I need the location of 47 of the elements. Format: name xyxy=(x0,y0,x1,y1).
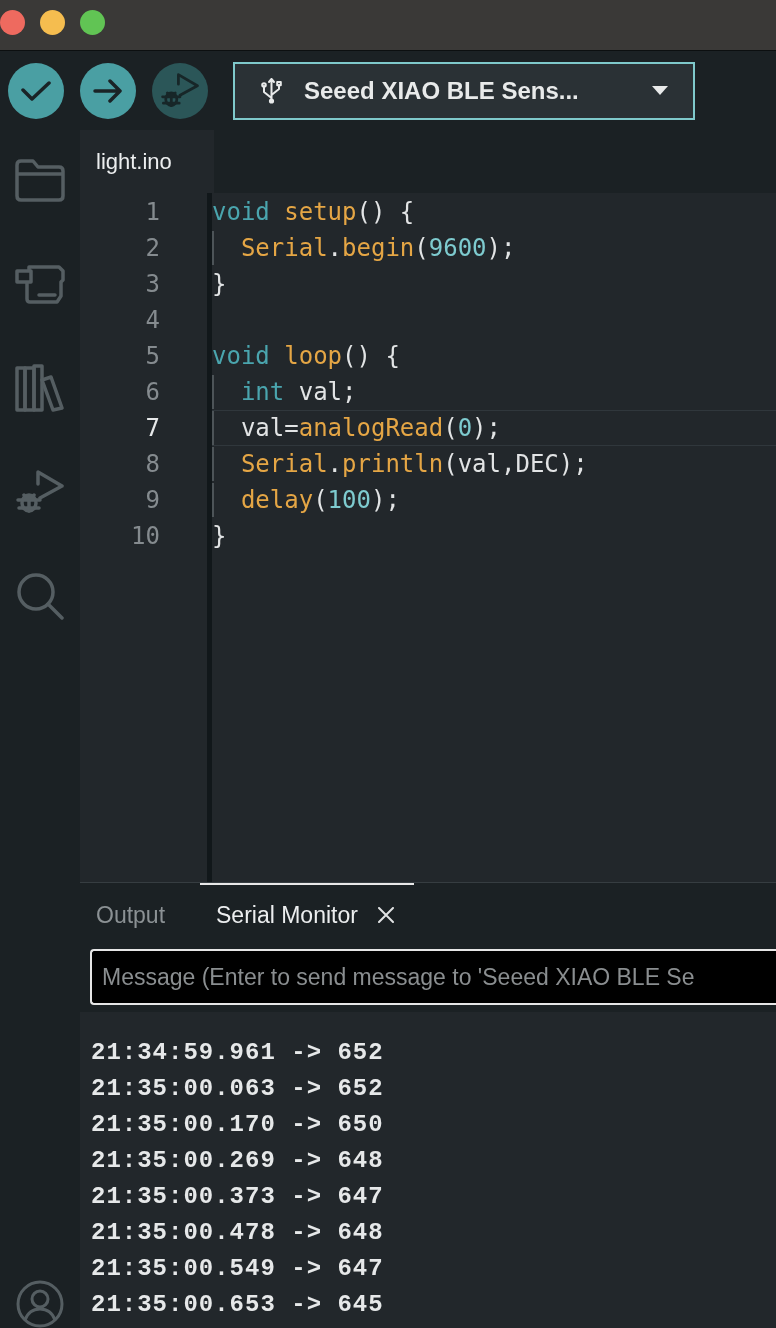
window-close-icon[interactable] xyxy=(0,10,25,35)
bug-play-icon[interactable] xyxy=(16,470,64,514)
close-icon[interactable] xyxy=(377,907,394,923)
books-icon[interactable] xyxy=(15,364,65,412)
board-icon[interactable] xyxy=(15,264,65,304)
bug-play-icon xyxy=(161,73,199,108)
line-number: 6 xyxy=(145,378,160,406)
board-selector[interactable]: Seeed XIAO BLE Sens... xyxy=(233,61,695,120)
code-line: } xyxy=(212,522,227,550)
serial-output-line: 21:34:59.961 -> 652 xyxy=(91,1037,384,1068)
user-icon[interactable] xyxy=(16,1280,64,1328)
serial-output-line: 21:35:00.063 -> 652 xyxy=(91,1073,384,1104)
code-line: delay(100); xyxy=(239,486,400,514)
code-line: Serial.begin(9600); xyxy=(239,234,516,262)
serial-output-line: 21:35:00.478 -> 648 xyxy=(91,1217,384,1248)
line-number: 9 xyxy=(145,486,160,514)
serial-output-line: 21:35:00.373 -> 647 xyxy=(91,1181,384,1212)
line-number: 7 xyxy=(145,414,160,442)
usb-icon xyxy=(260,77,283,104)
panel-tab[interactable]: Serial Monitor xyxy=(200,883,414,945)
line-number: 3 xyxy=(145,270,160,298)
message-input[interactable]: Message (Enter to send message to 'Seeed XIAO BLE Se xyxy=(90,949,776,1005)
line-number: 8 xyxy=(145,450,160,478)
line-number: 4 xyxy=(145,306,160,334)
line-number: 5 xyxy=(145,342,160,370)
code-line: val=analogRead(0); xyxy=(239,414,501,442)
folder-icon[interactable] xyxy=(15,158,65,202)
serial-output-line: 21:35:00.170 -> 650 xyxy=(91,1109,384,1140)
code-line: } xyxy=(212,270,227,298)
check-icon xyxy=(21,80,51,101)
serial-output-line: 21:35:00.269 -> 648 xyxy=(91,1145,384,1176)
code-line: int val; xyxy=(239,378,357,406)
serial-output-line: 21:35:00.653 -> 645 xyxy=(91,1289,384,1320)
window-maximize-icon[interactable] xyxy=(80,10,105,35)
code-line: Serial.println(val,DEC); xyxy=(239,450,588,478)
code-line: void loop() { xyxy=(212,342,400,370)
line-number: 1 xyxy=(145,198,160,226)
window-minimize-icon[interactable] xyxy=(40,10,65,35)
arrow-right-icon xyxy=(93,78,123,103)
search-icon[interactable] xyxy=(16,572,64,620)
code-line: void setup() { xyxy=(212,198,415,226)
line-number: 2 xyxy=(145,234,160,262)
serial-output-line: 21:35:00.549 -> 647 xyxy=(91,1253,384,1284)
line-number: 10 xyxy=(131,522,160,550)
caret-icon xyxy=(652,86,668,95)
panel-tab[interactable]: Output xyxy=(80,883,200,945)
file-tab[interactable]: light.ino xyxy=(80,130,214,193)
